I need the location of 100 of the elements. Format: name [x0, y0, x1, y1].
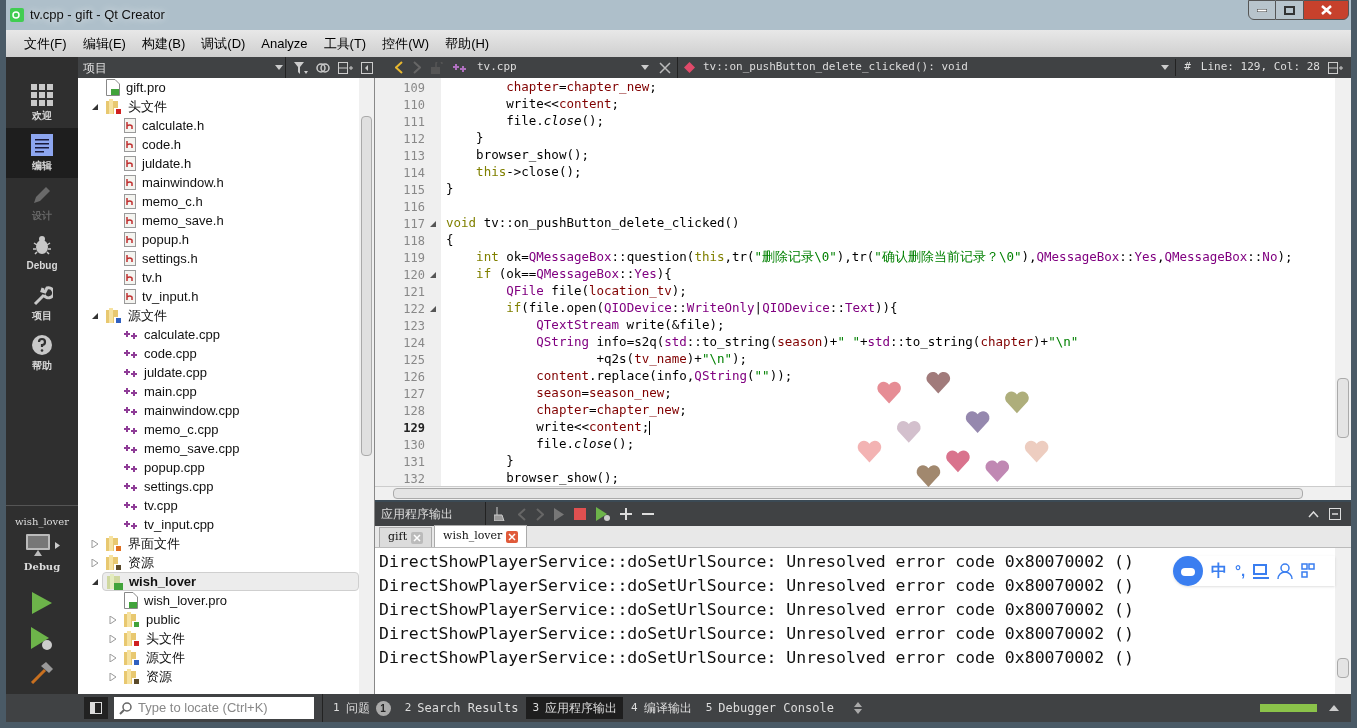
tree-item[interactable]: memo_c.cpp [120, 420, 227, 439]
sidebar-toggle-button[interactable] [84, 697, 108, 719]
output-pane-button[interactable]: 5 Debugger Console [699, 697, 840, 719]
tree-item[interactable]: 资源 [120, 667, 180, 686]
menu-item[interactable]: 帮助(H) [437, 33, 498, 54]
menu-item[interactable]: 文件(F) [16, 33, 75, 54]
tree-item[interactable]: memo_c.h [120, 192, 211, 211]
tree-item[interactable]: 源文件 [120, 648, 193, 667]
tree-item[interactable]: gift.pro [102, 78, 174, 97]
menu-item[interactable]: 控件(W) [374, 33, 438, 54]
file-dropdown[interactable]: tv.cpp [453, 59, 653, 76]
grid-icon[interactable] [1301, 563, 1316, 579]
mode-tab[interactable]: Debug [6, 228, 78, 278]
tree-item[interactable]: mainwindow.cpp [120, 401, 248, 420]
tree-item[interactable]: 头文件 [102, 97, 175, 116]
tree-item[interactable]: juldate.h [120, 154, 200, 173]
expanded-arrow-icon[interactable] [90, 577, 99, 586]
play-bug-icon[interactable] [596, 507, 610, 521]
close-sidebar-icon[interactable] [361, 61, 373, 74]
output-pane-button[interactable]: 4 编译输出 [625, 697, 698, 719]
tree-item[interactable]: public [120, 610, 188, 629]
tree-item[interactable]: code.cpp [120, 344, 205, 363]
cup-icon[interactable] [1253, 563, 1270, 579]
menu-item[interactable]: 构建(B) [133, 33, 194, 54]
ime-punct-label[interactable]: °, [1235, 559, 1246, 583]
tree-item[interactable]: tv_input.cpp [120, 515, 223, 534]
close-pane-icon[interactable] [1329, 508, 1341, 520]
tree-item[interactable]: memo_save.cpp [120, 439, 248, 458]
scrollbar[interactable] [1335, 548, 1351, 694]
tree-item[interactable]: memo_save.h [120, 211, 232, 230]
fold-marker-icon[interactable] [430, 271, 436, 278]
split-icon[interactable] [1328, 61, 1343, 74]
target-selector[interactable] [24, 533, 60, 557]
close-button[interactable] [1303, 0, 1349, 20]
maximize-button[interactable] [1276, 0, 1303, 20]
project-view-dropdown[interactable]: 项目 [80, 58, 285, 77]
scrollbar[interactable] [1335, 78, 1351, 486]
header-file-icon [124, 156, 136, 171]
mode-tab[interactable]: 帮助 [6, 328, 78, 378]
header-file-icon [124, 213, 136, 228]
tree-item[interactable]: popup.h [120, 230, 197, 249]
menu-item[interactable]: 调试(D) [193, 33, 254, 54]
tree-item[interactable]: calculate.cpp [120, 325, 228, 344]
close-tab-icon[interactable] [506, 530, 519, 543]
output-tab[interactable]: gift [379, 527, 433, 547]
locate-field[interactable]: Type to locate (Ctrl+K) [114, 697, 314, 719]
link-icon[interactable] [316, 62, 330, 73]
tree-item[interactable]: settings.cpp [120, 477, 222, 496]
tree-item[interactable]: calculate.h [120, 116, 213, 135]
split-icon[interactable] [338, 61, 353, 74]
ime-mode-label[interactable]: 中 [1211, 559, 1227, 583]
plus-icon[interactable] [620, 508, 632, 520]
mode-tab[interactable]: 项目 [6, 278, 78, 328]
close-file-icon[interactable] [659, 61, 671, 74]
line-number: 124 [403, 334, 425, 352]
tree-item[interactable]: mainwindow.h [120, 173, 232, 192]
tree-item[interactable]: settings.h [120, 249, 206, 268]
tree-item[interactable]: wish_lover [101, 572, 359, 591]
cursor-position[interactable]: Line: 129, Col: 28 [1200, 59, 1320, 76]
collapse-up-icon[interactable] [1308, 510, 1319, 518]
minimize-button[interactable] [1248, 0, 1276, 20]
tree-item[interactable]: juldate.cpp [120, 363, 215, 382]
expanded-arrow-icon[interactable] [91, 311, 99, 320]
tree-item[interactable]: tv_input.h [120, 287, 207, 306]
folder-icon [106, 307, 122, 324]
mode-tab[interactable]: 欢迎 [6, 78, 78, 128]
close-icon [1320, 5, 1332, 15]
menu-item[interactable]: 工具(T) [315, 33, 375, 54]
output-pane-button[interactable]: 1 问题 1 [327, 697, 397, 719]
tree-item[interactable]: 资源 [102, 553, 162, 572]
scrollbar[interactable] [375, 486, 1351, 500]
output-pane-button[interactable]: 3 应用程序输出 [526, 697, 624, 719]
tree-item[interactable]: main.cpp [120, 382, 205, 401]
tree-item[interactable]: tv.h [120, 268, 170, 287]
tree-item[interactable]: tv.cpp [120, 496, 186, 515]
mode-tab[interactable]: 编辑 [6, 128, 78, 178]
menu-item[interactable]: Analyze [253, 33, 316, 54]
tree-item[interactable]: 源文件 [102, 306, 175, 325]
ime-toolbar[interactable]: 中 °, [1173, 556, 1335, 586]
output-tab[interactable]: wish_lover [434, 525, 528, 547]
tree-item[interactable]: 头文件 [120, 629, 193, 648]
output-pane-button[interactable]: 2 Search Results [398, 697, 525, 719]
fold-marker-icon[interactable] [430, 305, 436, 312]
filter-icon[interactable] [294, 61, 308, 74]
user-icon[interactable] [1277, 563, 1294, 579]
fold-marker-icon[interactable] [430, 220, 436, 227]
tree-item[interactable]: 界面文件 [102, 534, 188, 553]
help-icon [31, 333, 53, 356]
cpp-file-icon [124, 443, 138, 454]
up-down-arrow-icon[interactable] [853, 702, 862, 714]
menu-item[interactable]: 编辑(E) [74, 33, 134, 54]
expanded-arrow-icon[interactable] [91, 102, 99, 111]
scrollbar[interactable] [359, 78, 374, 694]
tree-item[interactable]: popup.cpp [120, 458, 213, 477]
tree-item[interactable]: wish_lover.pro [120, 591, 236, 610]
output-line: DirectShowPlayerService::doSetUrlSource: Unresolved error code 0x80070002 () [379, 622, 1134, 645]
header-file-icon [124, 118, 136, 133]
collapse-up-icon[interactable] [1329, 705, 1339, 711]
tree-item[interactable]: code.h [120, 135, 190, 154]
line-number: 114 [403, 164, 425, 182]
